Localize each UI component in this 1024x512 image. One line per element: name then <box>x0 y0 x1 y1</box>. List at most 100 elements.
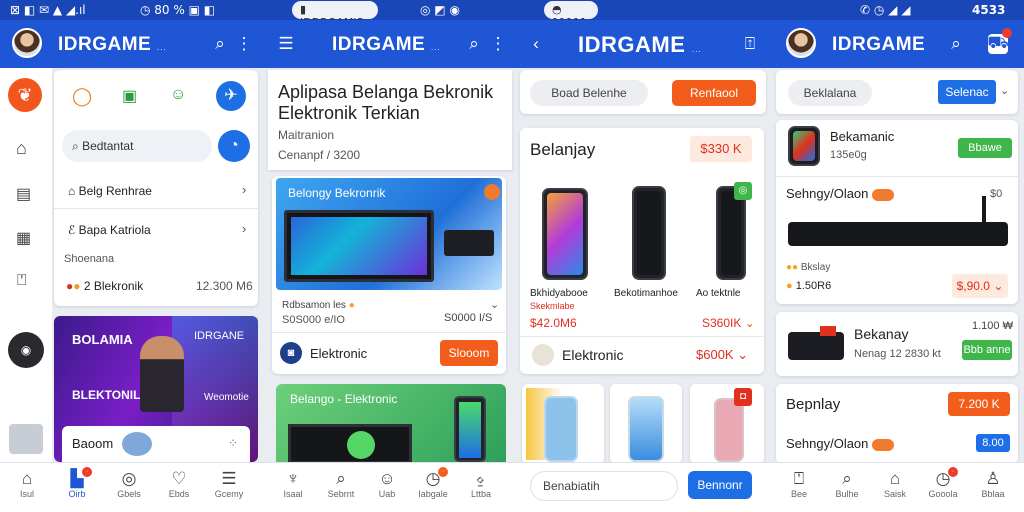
menu-item-1[interactable]: ⌂ Belg Renhrae <box>68 184 152 198</box>
tag-icon[interactable]: ▣ <box>122 86 137 106</box>
more-vert-icon[interactable]: ⋮ <box>488 34 508 54</box>
p4-item-card-3[interactable]: Bepnlay 7.200 K Sehngy/Olaon 8.00 <box>776 384 1018 464</box>
row-label: Elektronic <box>562 347 624 363</box>
elektronik-label[interactable]: ●● 2 Blekronik <box>66 279 143 293</box>
p1-bottom-nav: ⌂ Isul ▙ Oirb · ◎ Gbels ♡ Ebds ☰ Gcemy <box>0 462 262 512</box>
price-right[interactable]: $,90.0 ⌄ <box>952 274 1008 298</box>
phone-image <box>454 396 486 462</box>
add-action-button[interactable]: ✈ <box>216 81 246 111</box>
p3-mini-product-2[interactable] <box>610 384 682 464</box>
p1-promo-banner[interactable]: BOLAMIA IDRGANE BLEKTONIL Weomotie Baoom… <box>54 316 258 462</box>
menu-item-2[interactable]: ℰ Bapa Katriola <box>68 223 151 237</box>
filter-pill-right[interactable]: Selenac <box>938 80 996 104</box>
chart-action-button[interactable]: ◔ <box>218 130 250 162</box>
calendar-icon[interactable]: ▦ <box>16 228 31 248</box>
nav-account[interactable]: ⍚ Lttba <box>460 469 502 499</box>
status-left-icons: ⊠ ◧ ✉ ▲ ◢.ıl <box>10 3 86 17</box>
elektronik-price: 12.300 M6 <box>196 279 253 293</box>
p2-subline: Cenanpf / 3200 <box>278 148 361 162</box>
avatar[interactable] <box>786 28 816 58</box>
product-price-3: S360IK ⌄ <box>702 316 755 330</box>
product-name-1: Bkhidyabooe <box>530 288 588 299</box>
nav-orders[interactable]: ◷ Iabgale · <box>412 467 454 499</box>
section-title: Belanjay <box>530 140 596 159</box>
product-phone-1[interactable] <box>542 188 588 280</box>
product-price-1: $42.0M6 <box>530 316 577 330</box>
product-badge-icon: ◘ <box>734 388 752 406</box>
nav-search[interactable]: ⌕ Sebrnt <box>320 469 362 499</box>
banner-card-text: Baoom <box>72 436 114 451</box>
more-vert-icon[interactable]: ⋮ <box>234 34 254 54</box>
search-icon[interactable]: ⌕ <box>210 34 230 54</box>
bottom-input[interactable]: Benabiatih <box>530 471 678 501</box>
item-button-1[interactable]: Bbawe <box>958 138 1012 158</box>
home-icon[interactable]: ⌂ <box>16 138 27 159</box>
quick-search-input[interactable]: ⌕ Bedtantat <box>62 130 212 162</box>
nav-favorites[interactable]: ♡ Ebds <box>158 469 200 499</box>
item-sub-3: Nenag 12 2830 kt <box>854 348 941 360</box>
nav-home[interactable]: ⍞ Bee <box>778 469 820 499</box>
product-phone-2[interactable] <box>632 186 666 280</box>
promo-title: Belongy Bekronrik <box>288 186 386 200</box>
p3-mini-product-1[interactable] <box>522 384 604 464</box>
nav-home[interactable]: ⌂ Isul <box>6 469 48 499</box>
search-circle-icon[interactable]: ◯ <box>72 86 92 107</box>
nav-search[interactable]: ⌕ Bulhe <box>826 469 868 499</box>
avatar[interactable] <box>12 28 42 58</box>
banner-brand: IDRGANE <box>194 330 245 342</box>
status-time: 4533 <box>972 3 1006 17</box>
leaf-logo-icon[interactable]: ❦ <box>8 78 42 112</box>
bookmark-icon[interactable]: ⍞ <box>17 272 27 290</box>
product-phone-3[interactable] <box>716 186 746 280</box>
grid-icon[interactable]: ⁘ <box>228 436 238 450</box>
battery-indicator: ◷ 80 % ▣ ◧ <box>140 3 216 17</box>
promo-image: Belongy Bekronrik <box>276 178 502 290</box>
search-icon[interactable]: ⌕ <box>464 34 484 54</box>
p2-heading-card: Aplipasa Belanga Bekronik Elektronik Ter… <box>268 70 512 170</box>
nav-home-2[interactable]: ⌂ Saisk <box>874 469 916 499</box>
banner-card[interactable]: Baoom ⁘ <box>62 426 250 462</box>
smile-icon[interactable]: ☺ <box>170 86 186 104</box>
status-pill-right: ◓ 11111 <box>544 1 598 29</box>
item-button-3[interactable]: Bbb anne <box>962 340 1012 360</box>
p2-subheading: Maitranion <box>278 128 335 142</box>
item-button-4[interactable]: 7.200 K <box>948 392 1010 416</box>
search-icon[interactable]: ⌕ <box>946 34 966 54</box>
p3-mini-product-3[interactable]: ◘ <box>690 384 764 464</box>
p2-second-banner[interactable]: Belango - Elektronic <box>276 384 506 462</box>
profile-badge-icon[interactable]: ◉ <box>8 332 44 368</box>
p2-promo-card[interactable]: Belongy Bekronrik Rdbsamon les ● ⌄ S0S00… <box>272 176 506 374</box>
back-arrow-icon[interactable]: ‹ <box>526 34 546 54</box>
item-title-1: Bekamanic <box>830 129 895 144</box>
row-button[interactable]: Slooom <box>440 340 498 366</box>
nav-orders[interactable]: ◷ Gooola · <box>922 467 964 499</box>
chevron-down-icon[interactable]: ⌄ <box>490 298 499 311</box>
hamburger-icon[interactable]: ☰ <box>276 34 296 54</box>
p4-item-card-2[interactable]: Bekanay Nenag 12 2830 kt 1.100 ₩ Bbb ann… <box>776 312 1018 376</box>
promo-badge-icon <box>484 184 500 200</box>
filter-pill-left[interactable]: Boad Belenhe <box>530 80 648 106</box>
filter-pill-left[interactable]: Beklalana <box>788 80 872 106</box>
chevron-down-icon[interactable]: ⌄ <box>1000 84 1009 97</box>
row-label: Elektronic <box>310 346 368 361</box>
nav-chat[interactable]: ☺ Uab <box>366 469 408 499</box>
nav-profile[interactable]: ♙ Bblaa <box>972 469 1014 499</box>
nav-explore[interactable]: ◎ Gbels <box>108 469 150 499</box>
filter-pill-right[interactable]: Renfaool <box>672 80 756 106</box>
nav-menu[interactable]: ☰ Gcemy <box>208 469 250 499</box>
promo-price: S0000 I/S <box>444 312 493 324</box>
banner-person-image <box>140 336 184 412</box>
category-icon: ◙ <box>280 342 302 364</box>
p4-appbar: IDRGAME ⌕ ⛟ <box>770 20 1024 68</box>
nav-home[interactable]: ♆ Isaal <box>272 469 314 499</box>
bottom-button[interactable]: Bennonr <box>688 471 752 499</box>
nav-shop[interactable]: ▙ Oirb · <box>56 467 98 499</box>
item-button-5[interactable]: 8.00 <box>976 434 1010 452</box>
status-url-pill: ▮ IDDROAMIS <box>292 1 378 29</box>
chart-icon[interactable]: ▤ <box>16 184 31 204</box>
camera-icon[interactable] <box>9 424 43 454</box>
item-counter-icon: $0 <box>990 188 1003 200</box>
chevron-right-icon: › <box>242 221 247 236</box>
share-icon[interactable]: ⍐ <box>740 34 760 54</box>
cart-badge <box>1002 28 1012 38</box>
